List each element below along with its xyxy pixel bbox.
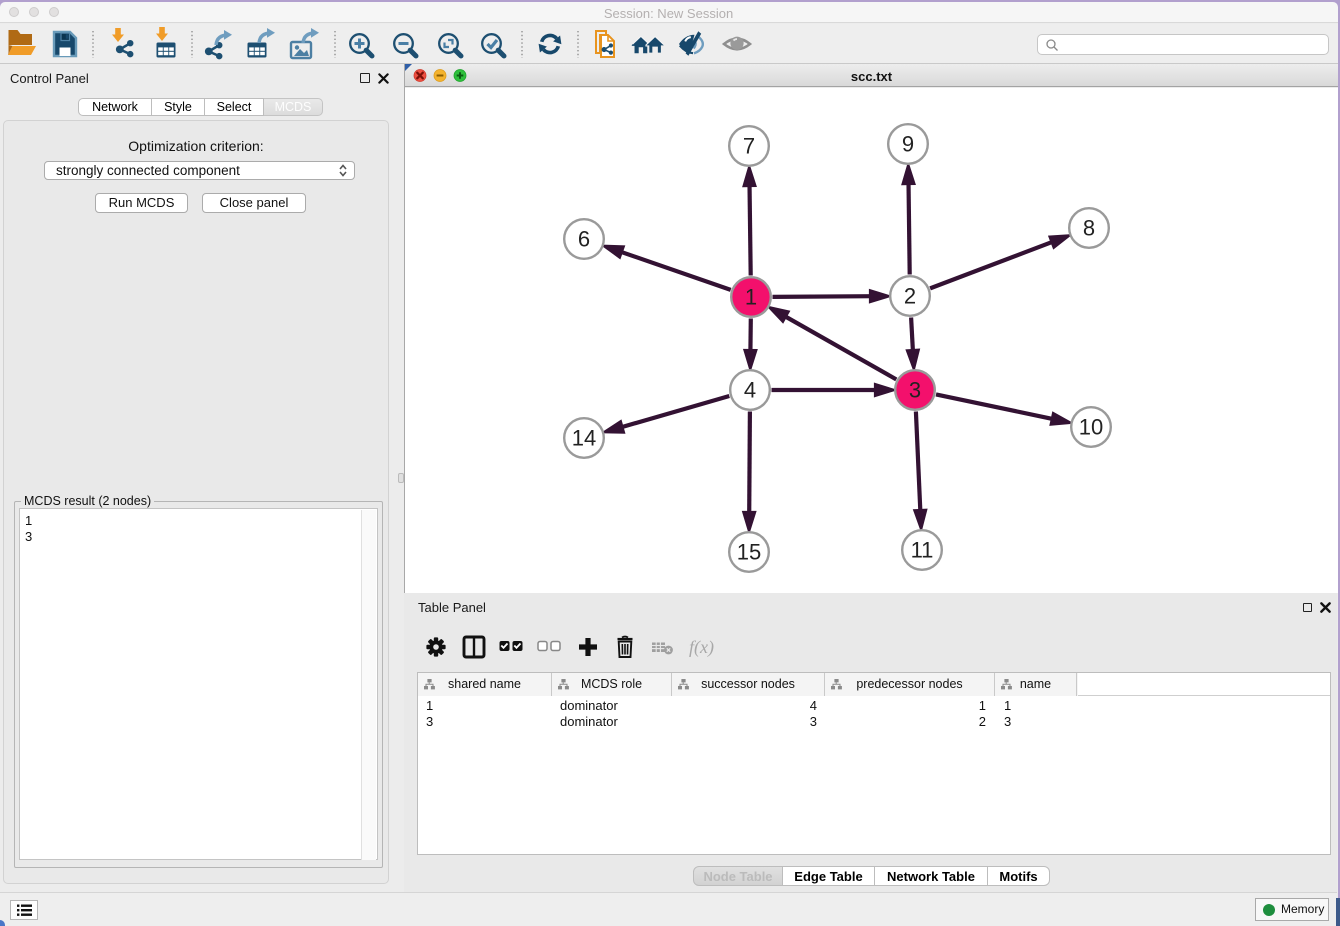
svg-text:f(x): f(x) (689, 637, 714, 658)
svg-text:2: 2 (904, 284, 916, 309)
svg-text:4: 4 (744, 378, 756, 403)
svg-text:8: 8 (1083, 216, 1095, 241)
svg-text:7: 7 (743, 134, 755, 159)
svg-text:10: 10 (1079, 415, 1103, 440)
svg-text:3: 3 (909, 378, 921, 403)
svg-text:1: 1 (745, 285, 757, 310)
svg-text:11: 11 (911, 538, 934, 563)
svg-text:14: 14 (572, 426, 596, 451)
svg-text:6: 6 (578, 227, 590, 252)
svg-text:9: 9 (902, 132, 914, 157)
svg-text:15: 15 (737, 540, 761, 565)
